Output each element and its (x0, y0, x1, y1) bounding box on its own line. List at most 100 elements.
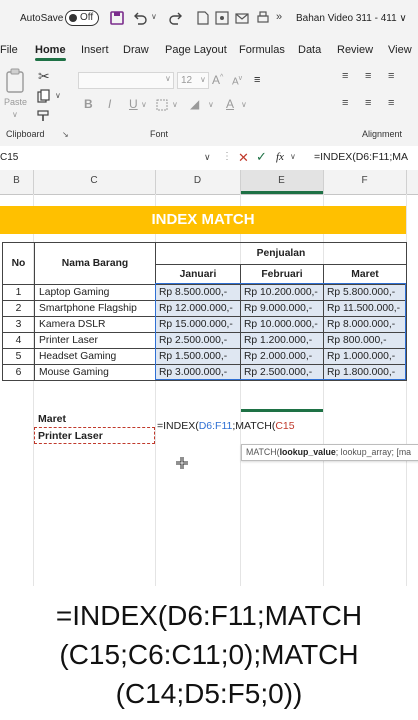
align-middle-icon[interactable]: ≡ (365, 70, 371, 82)
more-icon[interactable]: » (276, 11, 282, 23)
autosave-toggle[interactable]: Off (65, 10, 99, 26)
name-box[interactable]: C15 (0, 152, 18, 163)
lookup-item-cell[interactable]: Printer Laser (38, 430, 103, 442)
caption-line-1: =INDEX(D6:F11;MATCH (55, 600, 363, 631)
cell-nama[interactable]: Printer Laser (34, 332, 156, 349)
menu-data[interactable]: Data (298, 44, 321, 56)
fill-color-dropdown-icon[interactable]: ∨ (208, 100, 214, 109)
range-highlight-d6-f11 (155, 283, 406, 380)
header-januari[interactable]: Januari (155, 264, 241, 285)
col-header-e[interactable]: E (240, 175, 323, 186)
cut-icon[interactable]: ✂ (38, 68, 50, 85)
bold-button[interactable]: B (84, 97, 93, 111)
paste-dropdown-icon[interactable]: ∨ (12, 110, 18, 119)
fx-dropdown-icon[interactable]: ∨ (290, 152, 296, 161)
clipboard-launcher-icon[interactable]: ↘ (62, 130, 69, 139)
font-color-dropdown-icon[interactable]: ∨ (241, 100, 247, 109)
function-tooltip[interactable]: MATCH(lookup_value; lookup_array; [ma (241, 444, 418, 461)
title-banner[interactable]: INDEX MATCH (0, 206, 406, 234)
borders-icon[interactable] (156, 99, 168, 111)
menu-bar: File Home Insert Draw Page Layout Formul… (0, 38, 418, 64)
copy-icon[interactable] (37, 89, 51, 103)
title-bar: AutoSave Off ∨ » Bahan Video 311 - 411 ∨ (0, 0, 418, 38)
header-februari[interactable]: Februari (240, 264, 324, 285)
undo-icon[interactable] (132, 11, 148, 25)
cell-no[interactable]: 2 (2, 300, 35, 317)
font-name-dropdown-icon[interactable]: ∨ (165, 74, 171, 83)
menu-draw[interactable]: Draw (123, 44, 149, 56)
menu-formulas[interactable]: Formulas (239, 44, 285, 56)
increase-font-icon[interactable]: A^ (212, 73, 223, 87)
borders-dropdown-icon[interactable]: ∨ (172, 100, 178, 109)
underline-dropdown-icon[interactable]: ∨ (141, 100, 147, 109)
menu-insert[interactable]: Insert (81, 44, 109, 56)
menu-view[interactable]: View (388, 44, 412, 56)
paste-icon[interactable] (5, 68, 27, 94)
insert-function-icon[interactable]: fx (276, 151, 284, 163)
wrap-icon[interactable]: ≡ (254, 74, 260, 86)
enter-icon[interactable]: ✓ (256, 149, 267, 165)
cell-nama[interactable]: Smartphone Flagship (34, 300, 156, 317)
open-file-icon[interactable] (215, 11, 229, 25)
document-title[interactable]: Bahan Video 311 - 411 ∨ (296, 13, 407, 24)
align-left-icon[interactable]: ≡ (342, 97, 348, 109)
underline-button[interactable]: U (129, 97, 138, 111)
font-size-dropdown-icon: ∨ (200, 75, 206, 84)
caption-line-3: (C14;D5:F5;0)) (115, 678, 303, 709)
alignment-group-label: Alignment (362, 129, 403, 139)
redo-icon[interactable] (168, 11, 184, 25)
print-icon[interactable] (256, 11, 270, 25)
save-icon[interactable] (110, 11, 124, 25)
name-box-dropdown-icon[interactable]: ∨ (204, 152, 211, 163)
formula-input[interactable]: =INDEX(D6:F11;MA (314, 151, 408, 163)
align-center-icon[interactable]: ≡ (365, 97, 371, 109)
autosave-state: Off (80, 12, 94, 23)
undo-dropdown-icon[interactable]: ∨ (151, 12, 157, 21)
col-header-d[interactable]: D (155, 175, 240, 186)
align-right-icon[interactable]: ≡ (388, 97, 394, 109)
align-bottom-icon[interactable]: ≡ (388, 70, 394, 82)
header-maret[interactable]: Maret (323, 264, 407, 285)
menu-page-layout[interactable]: Page Layout (165, 44, 227, 56)
header-penjualan[interactable]: Penjualan (155, 242, 407, 265)
cell-no[interactable]: 5 (2, 348, 35, 365)
menu-review[interactable]: Review (337, 44, 373, 56)
paste-label[interactable]: Paste (4, 97, 27, 107)
decrease-font-icon[interactable]: Av (232, 75, 242, 87)
font-size-value: 12 (181, 75, 193, 86)
align-top-icon[interactable]: ≡ (342, 70, 348, 82)
cell-nama[interactable]: Headset Gaming (34, 348, 156, 365)
fill-color-icon[interactable]: ◢ (190, 97, 199, 111)
cell-nama[interactable]: Mouse Gaming (34, 364, 156, 381)
header-no[interactable]: No (2, 242, 35, 285)
col-header-b[interactable]: B (0, 175, 33, 186)
font-name-dropdown[interactable] (78, 72, 174, 89)
col-header-f[interactable]: F (323, 175, 406, 186)
header-nama-barang[interactable]: Nama Barang (34, 242, 156, 285)
cancel-icon[interactable]: ✕ (238, 150, 249, 166)
cell-nama[interactable]: Laptop Gaming (34, 284, 156, 301)
font-color-icon[interactable]: A (226, 97, 234, 111)
email-icon[interactable] (235, 11, 249, 25)
menu-file[interactable]: File (0, 44, 18, 56)
italic-button[interactable]: I (108, 97, 111, 111)
col-separator (406, 170, 407, 194)
cursor-icon (176, 457, 188, 469)
lookup-month-cell[interactable]: Maret (38, 413, 66, 425)
cell-nama[interactable]: Kamera DSLR (34, 316, 156, 333)
cell-no[interactable]: 1 (2, 284, 35, 301)
menu-home[interactable]: Home (35, 44, 66, 61)
copy-dropdown-icon[interactable]: ∨ (55, 91, 61, 100)
cell-edit-formula[interactable]: =INDEX(D6:F11;MATCH(C15 (157, 420, 295, 432)
font-size-dropdown[interactable]: 12 ∨ (177, 72, 209, 89)
new-file-icon[interactable] (197, 11, 209, 25)
format-painter-icon[interactable] (37, 110, 51, 122)
cell-no[interactable]: 3 (2, 316, 35, 333)
clipboard-group-label: Clipboard (6, 129, 45, 139)
cell-no[interactable]: 6 (2, 364, 35, 381)
col-header-c[interactable]: C (33, 175, 155, 186)
column-headers: B C D E F (0, 170, 418, 195)
tooltip-arg-lookup-value: lookup_value (279, 447, 336, 457)
autosave-label: AutoSave (20, 13, 64, 24)
cell-no[interactable]: 4 (2, 332, 35, 349)
